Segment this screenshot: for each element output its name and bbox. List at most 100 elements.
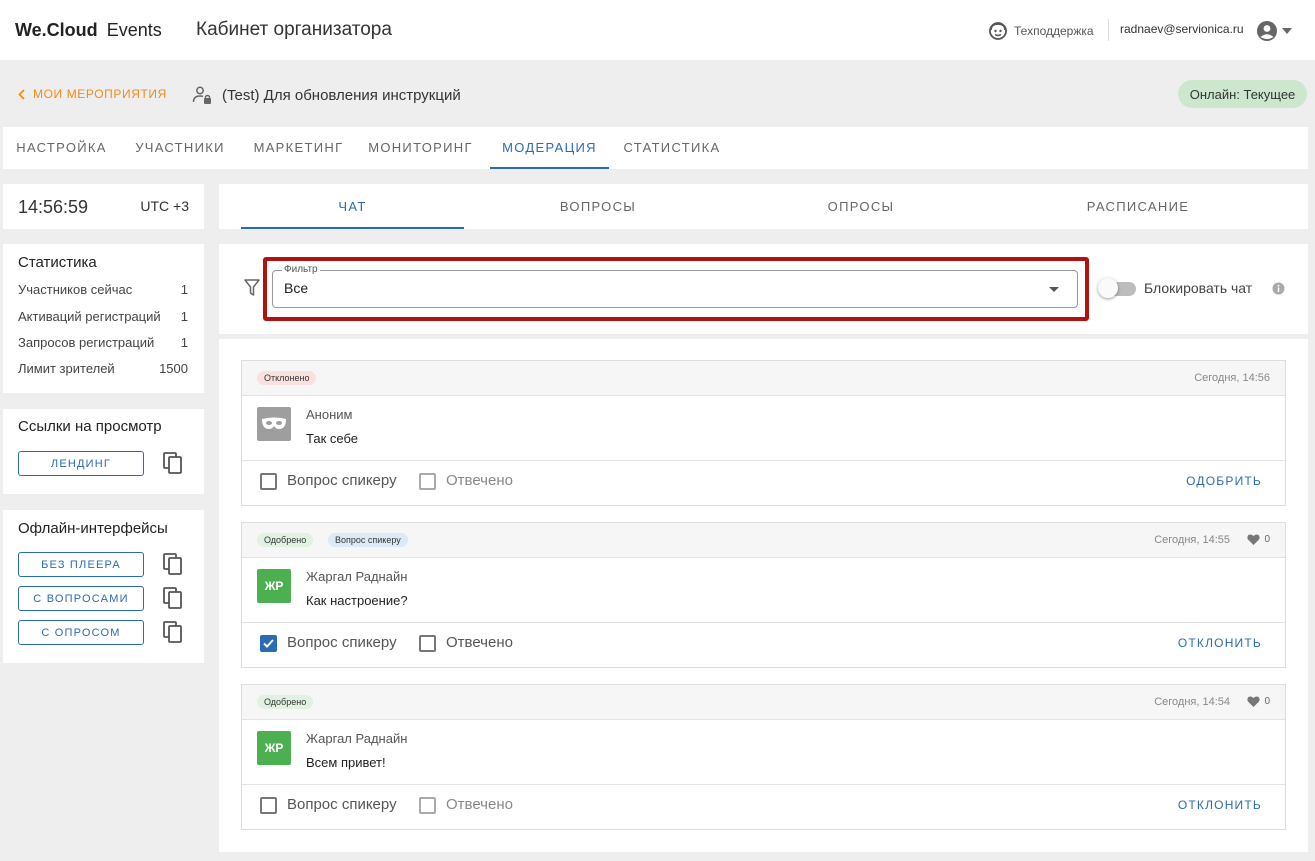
support-link[interactable]: Техподдержка (988, 21, 1094, 41)
message-header: Отклонено Сегодня, 14:56 (242, 361, 1285, 396)
statistics-card: Статистика Участников сейчас 1 Активаций… (3, 244, 204, 393)
divider (1108, 19, 1109, 41)
brand-bold: We.Cloud (15, 20, 98, 40)
answered-checkbox[interactable] (419, 797, 436, 814)
support-label: Техподдержка (1014, 24, 1094, 38)
tab-settings[interactable]: НАСТРОЙКА (7, 127, 116, 169)
reject-button[interactable]: ОТКЛОНИТЬ (1178, 798, 1262, 812)
copy-icon[interactable] (163, 452, 183, 474)
copy-icon[interactable] (163, 587, 183, 609)
tab-polls[interactable]: ОПРОСЫ (749, 184, 973, 229)
offline-card: Офлайн-интерфейсы БЕЗ ПЛЕЕРА С ВОПРОСАМИ… (3, 510, 204, 663)
stat-row: Участников сейчас 1 (18, 282, 188, 297)
tab-participants[interactable]: УЧАСТНИКИ (126, 127, 234, 169)
back-label: МОИ МЕРОПРИЯТИЯ (33, 87, 167, 101)
stat-value: 1500 (159, 361, 188, 376)
user-menu[interactable] (1256, 20, 1292, 42)
message-author: Жаргал Раднайн (306, 569, 408, 584)
view-links-title: Ссылки на просмотр (18, 418, 162, 435)
mask-icon (262, 417, 286, 429)
message-header: Одобрено Вопрос спикеру Сегодня, 14:55 0 (242, 523, 1285, 558)
tab-schedule[interactable]: РАСПИСАНИЕ (1027, 184, 1249, 229)
chat-message: Одобрено Сегодня, 14:54 0 ЖР Жаргал Радн… (241, 684, 1286, 830)
back-link[interactable]: МОИ МЕРОПРИЯТИЯ (18, 87, 167, 101)
stat-label: Активаций регистраций (18, 309, 161, 324)
landing-button[interactable]: ЛЕНДИНГ (18, 451, 144, 476)
stat-row: Запросов регистраций 1 (18, 335, 188, 350)
chat-message: Одобрено Вопрос спикеру Сегодня, 14:55 0… (241, 522, 1286, 668)
message-time: Сегодня, 14:54 (1154, 696, 1230, 708)
likes: 0 (1247, 696, 1270, 707)
likes-count: 0 (1264, 696, 1270, 707)
filter-select[interactable] (272, 270, 1078, 308)
filter-label: Фильтр (282, 264, 320, 275)
toggle-knob[interactable] (1098, 278, 1118, 298)
avatar: ЖР (257, 731, 291, 765)
support-icon (989, 22, 1007, 40)
question-badge: Вопрос спикеру (328, 533, 408, 547)
message-text: Как настроение? (306, 593, 408, 608)
question-checkbox[interactable] (260, 473, 277, 490)
status-badge: Одобрено (257, 533, 314, 547)
copy-icon[interactable] (163, 553, 183, 575)
message-author: Жаргал Раднайн (306, 731, 408, 746)
likes-count: 0 (1264, 534, 1270, 545)
block-chat-label: Блокировать чат (1144, 280, 1253, 296)
brand-light: Events (106, 20, 162, 40)
view-links-card: Ссылки на просмотр ЛЕНДИНГ (3, 409, 204, 494)
divider (242, 460, 1285, 461)
chat-message: Отклонено Сегодня, 14:56 Аноним Так себе… (241, 360, 1286, 506)
with-poll-button[interactable]: С ОПРОСОМ (18, 620, 144, 645)
clock-card: 14:56:59 UTC +3 (3, 184, 204, 229)
message-text: Всем привет! (306, 755, 386, 770)
user-lock-icon (192, 86, 211, 104)
tab-monitoring[interactable]: МОНИТОРИНГ (363, 127, 478, 169)
check-icon (263, 639, 274, 648)
question-checkbox[interactable] (260, 797, 277, 814)
statistics-title: Статистика (18, 254, 97, 271)
question-label: Вопрос спикеру (287, 472, 397, 489)
info-icon[interactable] (1272, 282, 1285, 295)
question-label: Вопрос спикеру (287, 634, 397, 651)
brand-logo[interactable]: We.Cloud Events (15, 20, 162, 41)
no-player-button[interactable]: БЕЗ ПЛЕЕРА (18, 552, 144, 577)
chevron-down-icon (1282, 28, 1292, 34)
copy-icon[interactable] (163, 621, 183, 643)
chevron-left-icon (18, 88, 25, 100)
divider (242, 784, 1285, 785)
answered-label: Отвечено (446, 796, 513, 813)
offline-title: Офлайн-интерфейсы (18, 520, 168, 537)
event-header: (Test) Для обновления инструкций (192, 85, 461, 105)
question-label: Вопрос спикеру (287, 796, 397, 813)
approve-button[interactable]: ОДОБРИТЬ (1186, 474, 1262, 488)
with-questions-button[interactable]: С ВОПРОСАМИ (18, 586, 144, 611)
account-icon (1257, 21, 1277, 41)
avatar: ЖР (257, 569, 291, 603)
message-author: Аноним (306, 407, 353, 422)
tab-questions[interactable]: ВОПРОСЫ (487, 184, 709, 229)
tab-moderation[interactable]: МОДЕРАЦИЯ (490, 127, 609, 169)
stat-label: Лимит зрителей (18, 361, 115, 376)
question-checkbox[interactable] (260, 635, 277, 652)
answered-label: Отвечено (446, 472, 513, 489)
stat-row: Лимит зрителей 1500 (18, 361, 188, 376)
tab-marketing[interactable]: МАРКЕТИНГ (245, 127, 352, 169)
reject-button[interactable]: ОТКЛОНИТЬ (1178, 636, 1262, 650)
clock-time: 14:56:59 (18, 197, 89, 217)
moderation-subtabs: ЧАТ ВОПРОСЫ ОПРОСЫ РАСПИСАНИЕ (219, 184, 1308, 229)
filter-icon (244, 279, 260, 296)
answered-checkbox[interactable] (419, 473, 436, 490)
status-badge: Онлайн: Текущее (1178, 80, 1307, 108)
stat-row: Активаций регистраций 1 (18, 309, 188, 324)
answered-checkbox[interactable] (419, 635, 436, 652)
event-title: (Test) Для обновления инструкций (222, 86, 461, 104)
stat-value: 1 (180, 309, 188, 324)
user-email: radnaev@servionica.ru (1120, 22, 1244, 36)
heart-icon (1247, 696, 1261, 707)
tab-statistics[interactable]: СТАТИСТИКА (616, 127, 728, 169)
stat-value: 1 (180, 282, 188, 297)
tab-chat[interactable]: ЧАТ (241, 184, 464, 229)
divider (242, 622, 1285, 623)
answered-label: Отвечено (446, 634, 513, 651)
stat-label: Участников сейчас (18, 282, 133, 297)
